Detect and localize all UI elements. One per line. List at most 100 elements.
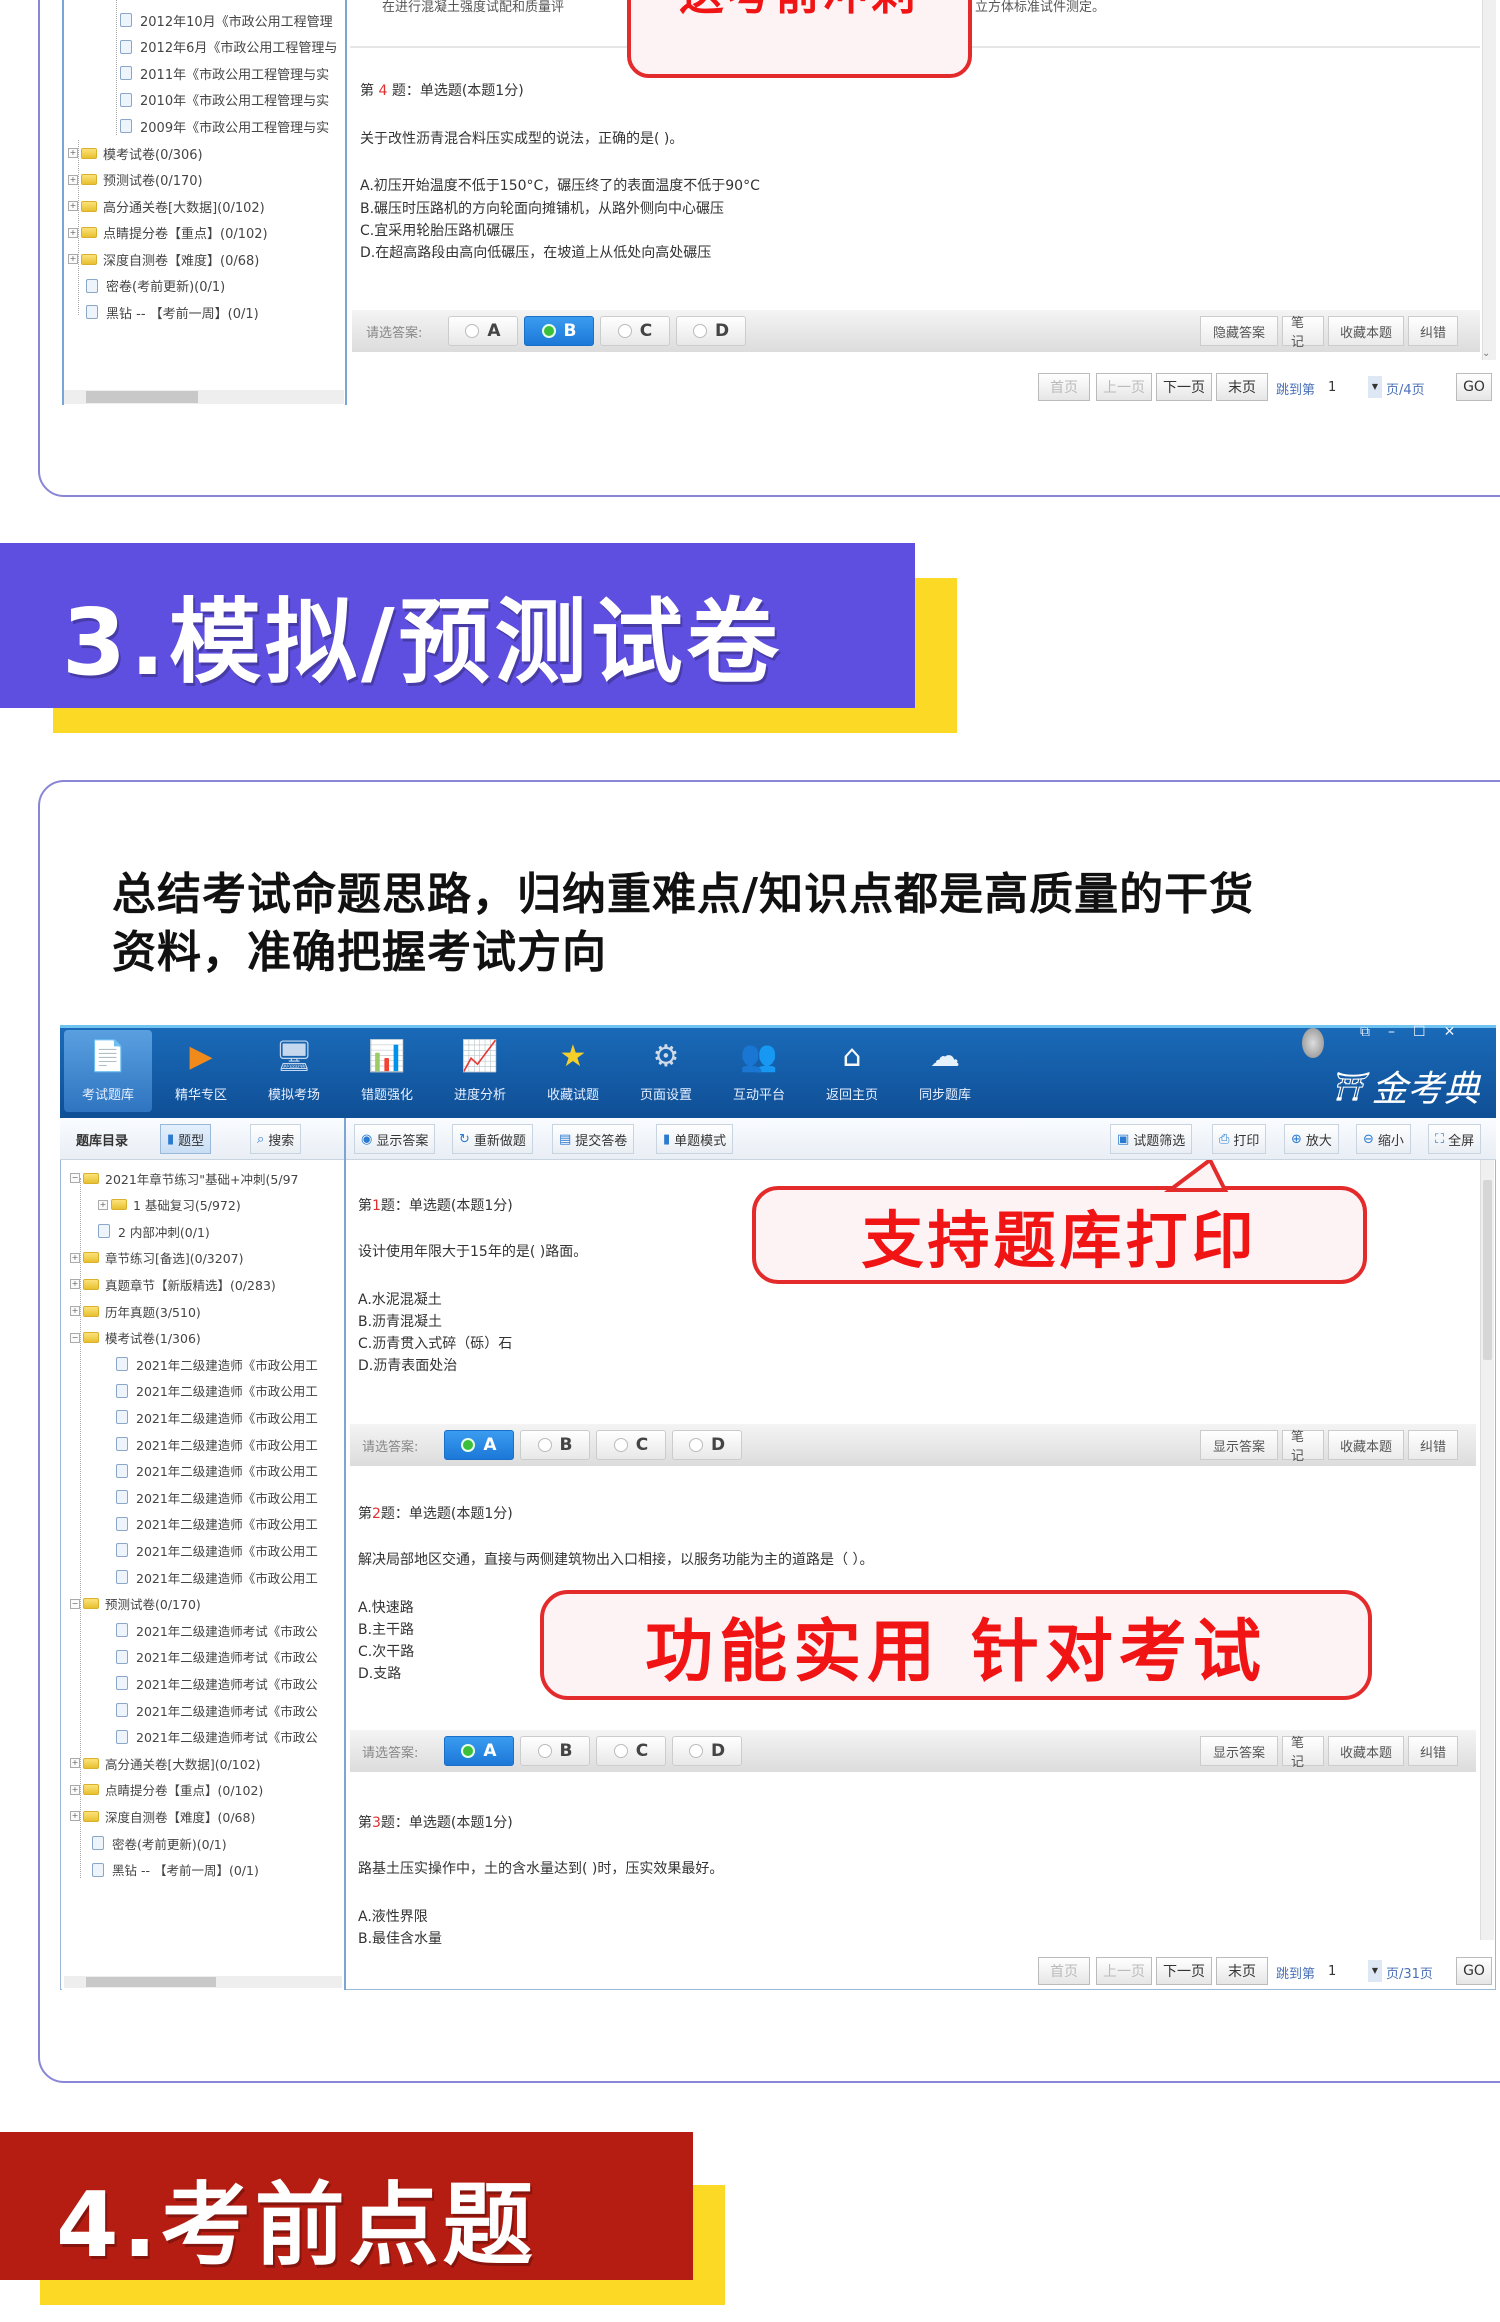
choice-d[interactable]: D xyxy=(672,1430,742,1460)
expand-icon[interactable]: + xyxy=(70,1306,80,1316)
tree-node[interactable]: 2021年二级建造师考试《市政公 xyxy=(116,1700,318,1720)
dropdown-arrow-icon[interactable]: ▼ xyxy=(1368,376,1382,398)
submit-button[interactable]: ▤ 提交答卷 xyxy=(552,1124,635,1154)
expand-icon[interactable]: + xyxy=(70,1811,80,1822)
tree-node[interactable]: 2 内部冲刺(0/1) xyxy=(98,1221,210,1241)
tree-node[interactable]: 2021年二级建造师《市政公用工 xyxy=(116,1514,318,1534)
toolbar-exam-bank-button[interactable]: 📄 考试题库 xyxy=(64,1030,152,1112)
tree-node[interactable]: 2012年6月《市政公用工程管理与 xyxy=(120,37,337,57)
expand-icon[interactable]: + xyxy=(98,1199,108,1210)
tree-node[interactable]: 2021年二级建造师《市政公用工 xyxy=(116,1487,318,1507)
panel1-tree-hscroll[interactable] xyxy=(64,390,344,404)
choice-a[interactable]: A xyxy=(444,1430,514,1460)
panel1-vscroll[interactable] xyxy=(1482,0,1496,360)
toolbar-users-button[interactable]: 👥 互动平台 xyxy=(715,1036,803,1104)
report-error-button[interactable]: 纠错 xyxy=(1408,316,1458,346)
collapse-icon[interactable]: − xyxy=(70,1598,80,1609)
report-error-button[interactable]: 纠错 xyxy=(1408,1430,1458,1460)
toolbar-bag-chart-button[interactable]: 📊 错题强化 xyxy=(343,1036,431,1104)
last-page-button[interactable]: 末页 xyxy=(1216,373,1268,401)
tree-node[interactable]: + 模考试卷(0/306) xyxy=(68,143,203,163)
left-tab-type[interactable]: ▮ 题型 xyxy=(160,1124,212,1154)
choice-b[interactable]: B xyxy=(524,316,594,346)
next-page-button[interactable]: 下一页 xyxy=(1156,373,1212,401)
toolbar-board-chart-button[interactable]: 📈 进度分析 xyxy=(436,1036,524,1104)
tree-node[interactable]: + 高分通关卷[大数据](0/102) xyxy=(68,196,265,216)
tree-node[interactable]: − 预测试卷(0/170) xyxy=(70,1594,201,1614)
tree-node[interactable]: + 点睛提分卷【重点】(0/102) xyxy=(68,223,268,243)
left-tab-catalog[interactable]: 题库目录 xyxy=(76,1130,128,1149)
scroll-thumb[interactable] xyxy=(1483,1180,1492,1360)
next-page-button[interactable]: 下一页 xyxy=(1156,1957,1212,1985)
expand-icon[interactable]: + xyxy=(68,254,78,264)
choice-b[interactable]: B xyxy=(520,1430,590,1460)
tree-node[interactable]: 2021年二级建造师《市政公用工 xyxy=(116,1381,318,1401)
go-button[interactable]: GO xyxy=(1456,373,1492,401)
dropdown-arrow-icon[interactable]: ▼ xyxy=(1368,1960,1382,1982)
panel2-vscroll[interactable] xyxy=(1480,1160,1494,1940)
toolbar-gear-button[interactable]: ⚙ 页面设置 xyxy=(622,1036,710,1104)
tree-node[interactable]: 2009年《市政公用工程管理与实 xyxy=(120,116,329,136)
collapse-icon[interactable]: − xyxy=(70,1332,80,1343)
tree-node[interactable]: + 高分通关卷[大数据](0/102) xyxy=(70,1753,261,1773)
tree-node[interactable]: − 模考试卷(1/306) xyxy=(70,1328,201,1348)
tree-node[interactable]: + 深度自测卷【难度】(0/68) xyxy=(68,249,259,269)
scroll-thumb[interactable] xyxy=(86,1977,216,1987)
refresh-button[interactable]: ↻ 重新做题 xyxy=(452,1124,533,1154)
tree-node[interactable]: 2012年10月《市政公用工程管理 xyxy=(120,10,333,30)
restore-icon[interactable]: ⧉ xyxy=(1360,1024,1370,1040)
prev-page-button[interactable]: 上一页 xyxy=(1096,373,1152,401)
single-page-button[interactable]: ▮ 单题模式 xyxy=(656,1124,734,1154)
hide-answer-button[interactable]: 隐藏答案 xyxy=(1200,316,1278,346)
tree-node[interactable]: 2021年二级建造师《市政公用工 xyxy=(116,1540,318,1560)
choice-d[interactable]: D xyxy=(672,1736,742,1766)
eye-button[interactable]: ◉ 显示答案 xyxy=(354,1124,436,1154)
first-page-button[interactable]: 首页 xyxy=(1038,1957,1090,1985)
note-button[interactable]: 笔记 xyxy=(1282,316,1324,350)
expand-icon[interactable]: + xyxy=(68,148,78,158)
note-button[interactable]: 笔记 xyxy=(1282,1430,1324,1464)
page-select[interactable]: 1 ▼ xyxy=(1326,374,1382,400)
scroll-thumb[interactable] xyxy=(86,391,198,403)
favorite-button[interactable]: 收藏本题 xyxy=(1328,1430,1404,1460)
scroll-down-icon[interactable]: ⌄ xyxy=(1482,348,1490,359)
tree-node[interactable]: + 历年真题(3/510) xyxy=(70,1301,201,1321)
tree-node[interactable]: + 点睛提分卷【重点】(0/102) xyxy=(70,1780,263,1800)
toolbar-monitor-button[interactable]: 🖥 模拟考场 xyxy=(250,1036,338,1104)
tree-node[interactable]: 2021年二级建造师《市政公用工 xyxy=(116,1461,318,1481)
toolbar-home-button[interactable]: ⌂ 返回主页 xyxy=(808,1036,896,1104)
tree-node[interactable]: +1 基础复习(5/972) xyxy=(98,1195,241,1215)
favorite-button[interactable]: 收藏本题 xyxy=(1328,1736,1404,1766)
prev-page-button[interactable]: 上一页 xyxy=(1096,1957,1152,1985)
expand-icon[interactable]: + xyxy=(70,1252,80,1263)
choice-d[interactable]: D xyxy=(676,316,746,346)
choice-c[interactable]: C xyxy=(596,1736,666,1766)
left-tab-search[interactable]: ⌕ 搜索 xyxy=(250,1124,302,1154)
expand-icon[interactable]: + xyxy=(70,1758,80,1769)
first-page-button[interactable]: 首页 xyxy=(1038,373,1090,401)
toolbar-star-button[interactable]: ★ 收藏试题 xyxy=(529,1036,617,1104)
printer-button[interactable]: ⎙ 打印 xyxy=(1212,1124,1267,1154)
expand-icon[interactable]: + xyxy=(68,174,78,185)
tree-node[interactable]: 密卷(考前更新)(0/1) xyxy=(86,276,225,296)
tree-node[interactable]: + 预测试卷(0/170) xyxy=(68,170,203,190)
tree-node[interactable]: + 真题章节【新版精选】(0/283) xyxy=(70,1274,276,1294)
show-answer-button[interactable]: 显示答案 xyxy=(1200,1430,1278,1460)
tree-node[interactable]: 2011年《市政公用工程管理与实 xyxy=(120,63,329,83)
page-select[interactable]: 1 ▼ xyxy=(1326,1958,1382,1984)
tree-node[interactable]: − 2021年章节练习"基础+冲刺(5/97 xyxy=(70,1168,298,1188)
choice-a[interactable]: A xyxy=(448,316,518,346)
minimize-icon[interactable]: – xyxy=(1388,1024,1395,1040)
tree-node[interactable]: 2010年《市政公用工程管理与实 xyxy=(120,90,329,110)
collapse-icon[interactable]: − xyxy=(70,1173,80,1183)
expand-icon[interactable]: + xyxy=(68,227,78,238)
go-button[interactable]: GO xyxy=(1456,1957,1492,1985)
expand-icon[interactable]: + xyxy=(68,201,78,211)
filter-button[interactable]: ▣ 试题筛选 xyxy=(1110,1124,1193,1154)
tree-node[interactable]: + 深度自测卷【难度】(0/68) xyxy=(70,1806,255,1826)
report-error-button[interactable]: 纠错 xyxy=(1408,1736,1458,1766)
tree-node[interactable]: 密卷(考前更新)(0/1) xyxy=(92,1833,227,1853)
choice-c[interactable]: C xyxy=(596,1430,666,1460)
zoom-in-button[interactable]: ⊕ 放大 xyxy=(1284,1124,1339,1154)
tree-node[interactable]: 黑钻 -- 【考前一周】(0/1) xyxy=(92,1860,259,1880)
